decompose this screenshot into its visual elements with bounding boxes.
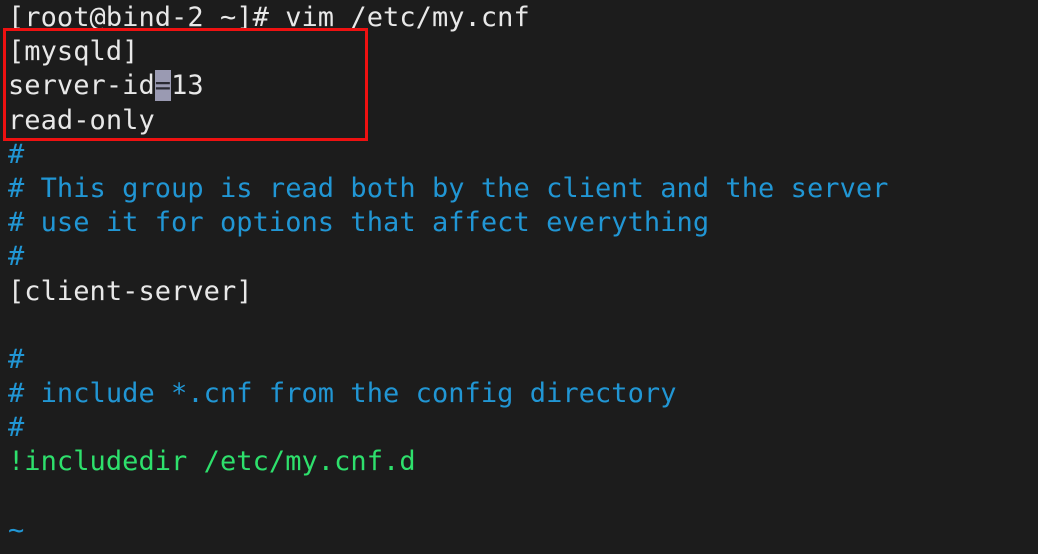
vim-line-client-server[interactable]: [client-server] — [8, 275, 1038, 309]
vim-buffer[interactable]: [root@bind-2 ~]# vim /etc/my.cnf [mysqld… — [8, 1, 1038, 548]
vim-line-includedir[interactable]: !includedir /etc/my.cnf.d — [8, 445, 1038, 479]
vim-line-comment-2[interactable]: # This group is read both by the client … — [8, 172, 1038, 206]
vim-line-blank-1[interactable] — [8, 309, 1038, 343]
shell-prompt-line: [root@bind-2 ~]# vim /etc/my.cnf — [8, 2, 530, 33]
vim-line-mysqld[interactable]: [mysqld] — [8, 35, 1038, 69]
vim-line-comment-3[interactable]: # use it for options that affect everyth… — [8, 206, 1038, 240]
vim-line-server-id[interactable]: server-id=13 — [8, 69, 1038, 103]
vim-line-comment-5[interactable]: # — [8, 343, 1038, 377]
terminal-screen[interactable]: [root@bind-2 ~]# vim /etc/my.cnf [mysqld… — [0, 0, 1038, 554]
vim-line-comment-1[interactable]: # — [8, 138, 1038, 172]
vim-line-comment-4[interactable]: # — [8, 240, 1038, 274]
vim-line-comment-7[interactable]: # — [8, 411, 1038, 445]
server-id-key: server-id — [8, 70, 155, 102]
vim-line-read-only[interactable]: read-only — [8, 104, 1038, 138]
server-id-value: 13 — [171, 70, 204, 102]
vim-empty-line-marker: ~ — [8, 514, 25, 546]
vim-line-blank-2[interactable] — [8, 480, 1038, 514]
vim-line-comment-6[interactable]: # include *.cnf from the config director… — [8, 377, 1038, 411]
vim-block-cursor[interactable]: = — [154, 70, 172, 102]
